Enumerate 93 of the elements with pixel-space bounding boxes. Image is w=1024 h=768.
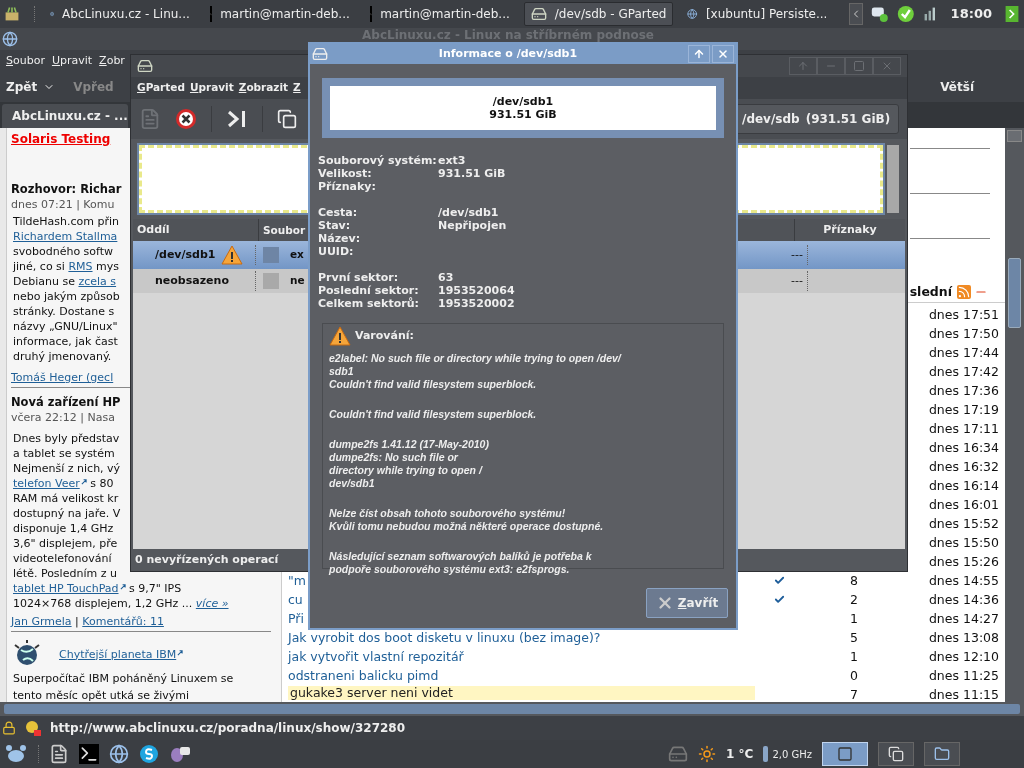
warning-message: Nelze číst obsah tohoto souborového systému! Kvůli tomu nebudou možná některé operace dostupné. — [329, 507, 605, 533]
table-cell: --- — [791, 273, 803, 287]
text: s 9,7" IPS — [128, 582, 182, 595]
table-cell: dnes 16:01 — [928, 496, 999, 512]
table-cell: dnes 17:44 — [928, 344, 999, 360]
text: Nejmenší z nich, vý — [13, 462, 121, 475]
article-meta: včera 22:12 | Nasa — [11, 411, 115, 424]
promo-text: Superpočítač IBM poháněný Linuxem se — [13, 672, 234, 685]
field-label: Cesta: — [318, 206, 358, 219]
text: a tablet se systém — [13, 447, 115, 460]
partition-size: 931.51 GiB — [489, 108, 557, 121]
table-cell: dnes 11:25 — [928, 667, 999, 683]
table-cell: /dev/sdb1 — [155, 247, 216, 261]
field-value: Nepřipojen — [438, 219, 507, 232]
warning-title: Varování: — [355, 327, 414, 344]
table-cell: 5 — [850, 629, 858, 645]
field-label: Souborový systém: — [318, 154, 437, 167]
table-cell: neobsazeno — [155, 273, 229, 287]
table-cell: dnes 17:51 — [928, 306, 999, 322]
text: Dnes byly představ — [13, 432, 120, 445]
field-label: Celkem sektorů: — [318, 297, 419, 310]
field-value: ext3 — [438, 154, 466, 167]
table-cell: dnes 16:14 — [928, 477, 999, 493]
text: svobodného softw — [13, 245, 114, 258]
table-cell: dnes 14:55 — [928, 572, 999, 588]
table-cell: dnes 17:11 — [928, 420, 999, 436]
warning-message: e2label: No such file or directory while trying to open /dev/ sdb1 Couldn't find valid filesystem superblock. — [329, 352, 623, 391]
field-label: Poslední sektor: — [318, 284, 419, 297]
table-cell: dnes 14:36 — [928, 591, 999, 607]
text: RAM má velikost kr — [13, 492, 119, 505]
field-label: První sektor: — [318, 271, 399, 284]
field-label: Velikost: — [318, 167, 372, 180]
table-cell: --- — [791, 247, 803, 261]
text: 1024×768 displejem, 1,2 GHz ... — [13, 597, 194, 610]
table-cell: 1 — [850, 610, 858, 626]
table-cell: dnes 17:36 — [928, 382, 999, 398]
field-value: 931.51 GiB — [438, 167, 506, 180]
table-cell: dnes 12:10 — [928, 648, 999, 664]
table-cell: dnes 11:15 — [928, 686, 999, 702]
temperature: 1 °C — [726, 746, 754, 763]
table-cell: 7 — [850, 686, 858, 702]
promo-text: tento měsíc opět utká se živými — [13, 689, 189, 702]
table-cell: dnes 17:19 — [928, 401, 999, 417]
text: s 80 — [89, 477, 114, 490]
text: nebo jakým způsob — [13, 290, 120, 303]
field-value: 1953520002 — [438, 297, 515, 310]
text: létě. Posledním z u — [13, 567, 117, 580]
text: názvy „GNU/Linux" — [13, 320, 118, 333]
table-cell: dnes 17:50 — [928, 325, 999, 341]
text: 3,6" displejem, pře — [13, 537, 118, 550]
partition-name: /dev/sdb1 — [492, 95, 554, 108]
status-url: http://www.abclinuxu.cz/poradna/linux/show/327280 — [50, 720, 406, 737]
text: jiné, co si — [13, 260, 66, 273]
text: Debianu se — [13, 275, 76, 288]
table-cell: dnes 13:08 — [928, 629, 999, 645]
article-meta: dnes 07:21 | Komu — [11, 198, 115, 211]
status-text: 0 nevyřízených operací — [135, 553, 279, 566]
text: mys — [95, 260, 119, 273]
table-cell: ne — [290, 273, 305, 286]
text: videotelefonování — [13, 552, 112, 565]
text: informace, jak čast — [13, 335, 118, 348]
table-cell: dnes 17:42 — [928, 363, 999, 379]
text: disponuje 1,4 GHz — [13, 522, 114, 535]
table-cell: 8 — [850, 572, 858, 588]
text: dostupný na jaře. V — [13, 507, 121, 520]
text: | — [74, 615, 80, 628]
table-cell: dnes 14:27 — [928, 610, 999, 626]
table-cell: dnes 16:32 — [928, 458, 999, 474]
text: stránky. Dostane s — [13, 305, 115, 318]
clock: 18:00 — [949, 5, 993, 24]
warning-message: Následující seznam softwarových balíků je potřeba k podpoře souborového systému ext3: e2fsprogs. — [329, 550, 593, 576]
field-value: 63 — [438, 271, 454, 284]
field-value: /dev/sdb1 — [438, 206, 499, 219]
table-cell: dnes 15:50 — [928, 534, 999, 550]
text: TildeHash.com přin — [13, 215, 119, 228]
field-label: Stav: — [318, 219, 351, 232]
section-heading: slední — [909, 283, 952, 301]
cpu-frequency: 2,0 GHz — [772, 747, 812, 762]
table-cell: 0 — [850, 667, 858, 683]
field-value: 1953520064 — [438, 284, 515, 297]
table-cell: dnes 15:52 — [928, 515, 999, 531]
table-cell: dnes 15:26 — [928, 553, 999, 569]
field-label: Příznaky: — [318, 180, 376, 193]
field-label: UUID: — [318, 245, 354, 258]
table-cell: 2 — [850, 591, 858, 607]
table-cell: ex — [290, 247, 304, 260]
warning-message: Couldn't find valid filesystem superblock. — [329, 408, 538, 421]
table-cell: 1 — [850, 648, 858, 664]
field-label: Název: — [318, 232, 361, 245]
warning-message: dumpe2fs 1.41.12 (17-May-2010) dumpe2fs: No such file or directory while trying to open / dev/sdb1 — [329, 438, 490, 490]
text: druhý jmenovaný. — [13, 350, 112, 363]
table-cell: dnes 16:34 — [928, 439, 999, 455]
dialog-title: Informace o /dev/sdb1 — [437, 45, 579, 62]
